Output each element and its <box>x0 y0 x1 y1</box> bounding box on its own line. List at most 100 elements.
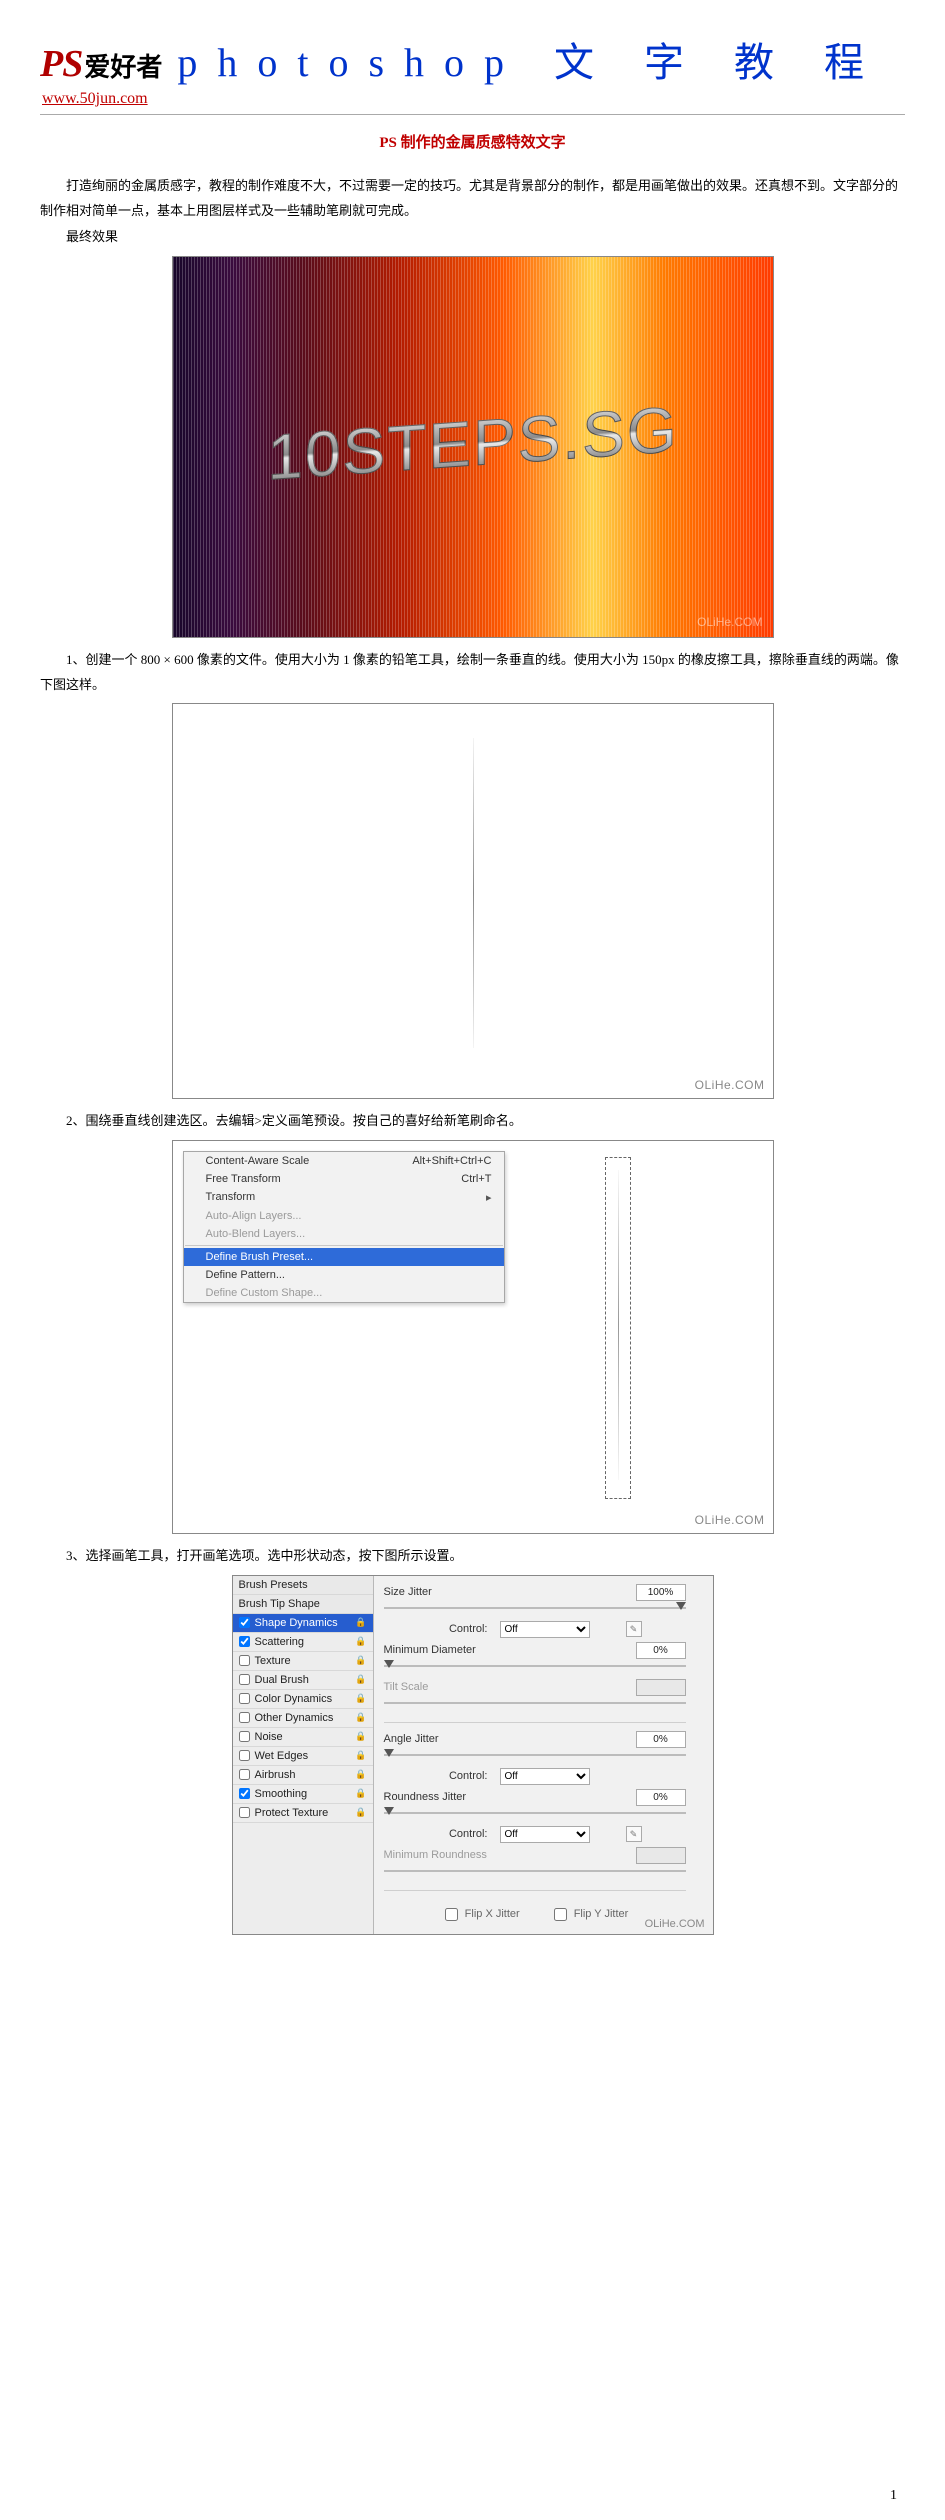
pen-pressure-icon: ✎ <box>626 1621 642 1637</box>
flip-y[interactable]: Flip Y Jitter <box>550 1905 629 1924</box>
menu-label: Auto-Blend Layers... <box>206 1228 306 1240</box>
label-roundness-jitter: Roundness Jitter <box>384 1791 494 1803</box>
menu-define-shape: Define Custom Shape... <box>184 1284 504 1302</box>
row-airbrush[interactable]: Airbrush 🔒 <box>233 1766 373 1785</box>
intro-text: 打造绚丽的金属质感字，教程的制作难度不大，不过需要一定的技巧。尤其是背景部分的制… <box>40 174 905 223</box>
checkbox[interactable] <box>239 1674 250 1685</box>
value-angle-jitter[interactable]: 0% <box>636 1731 686 1748</box>
value-size-jitter[interactable]: 100% <box>636 1584 686 1601</box>
label: Noise <box>255 1731 283 1743</box>
page-number: 1 <box>890 2488 897 2504</box>
label: Color Dynamics <box>255 1693 333 1705</box>
step-1-text: 1、创建一个 800 × 600 像素的文件。使用大小为 1 像素的铅笔工具，绘… <box>40 648 905 697</box>
article-title: PS 制作的金属质感特效文字 <box>40 131 905 152</box>
row-brush-presets[interactable]: Brush Presets <box>233 1576 373 1595</box>
checkbox-flip-y[interactable] <box>554 1908 567 1921</box>
figure-step2: Content-Aware Scale Alt+Shift+Ctrl+C Fre… <box>172 1140 774 1534</box>
row-shape-dynamics[interactable]: Shape Dynamics 🔒 <box>233 1614 373 1633</box>
lock-icon: 🔒 <box>355 1769 366 1780</box>
checkbox[interactable] <box>239 1807 250 1818</box>
label: Other Dynamics <box>255 1712 334 1724</box>
vertical-line <box>618 1170 619 1480</box>
menu-define-brush[interactable]: Define Brush Preset... <box>184 1248 504 1266</box>
row-protect-texture[interactable]: Protect Texture 🔒 <box>233 1804 373 1823</box>
header-divider <box>40 114 905 115</box>
checkbox[interactable] <box>239 1769 250 1780</box>
label: Shape Dynamics <box>255 1617 338 1629</box>
menu-free-transform[interactable]: Free Transform Ctrl+T <box>184 1170 504 1188</box>
flip-x[interactable]: Flip X Jitter <box>441 1905 520 1924</box>
pen-pressure-icon: ✎ <box>626 1826 642 1842</box>
label: Brush Tip Shape <box>239 1598 320 1610</box>
lock-icon: 🔒 <box>355 1750 366 1761</box>
label: Protect Texture <box>255 1807 329 1819</box>
label-control: Control: <box>384 1623 494 1635</box>
lock-icon: 🔒 <box>355 1731 366 1742</box>
row-other-dynamics[interactable]: Other Dynamics 🔒 <box>233 1709 373 1728</box>
separator <box>384 1890 686 1891</box>
row-dual-brush[interactable]: Dual Brush 🔒 <box>233 1671 373 1690</box>
lock-icon: 🔒 <box>355 1712 366 1723</box>
select-control-angle[interactable]: Off <box>500 1768 590 1785</box>
checkbox[interactable] <box>239 1693 250 1704</box>
checkbox[interactable] <box>239 1636 250 1647</box>
label: Smoothing <box>255 1788 308 1800</box>
site-link[interactable]: www.50jun.com <box>42 90 148 108</box>
label-control: Control: <box>384 1828 494 1840</box>
label: Texture <box>255 1655 291 1667</box>
label-min-diameter: Minimum Diameter <box>384 1644 494 1656</box>
slider-roundness-jitter[interactable] <box>384 1808 686 1818</box>
label-min-roundness: Minimum Roundness <box>384 1849 494 1861</box>
menu-transform[interactable]: Transform <box>184 1188 504 1207</box>
menu-auto-align: Auto-Align Layers... <box>184 1207 504 1225</box>
step-3-text: 3、选择画笔工具，打开画笔选项。选中形状动态，按下图所示设置。 <box>40 1544 905 1569</box>
checkbox[interactable] <box>239 1731 250 1742</box>
menu-content-aware-scale[interactable]: Content-Aware Scale Alt+Shift+Ctrl+C <box>184 1152 504 1170</box>
brush-panel-right: Size Jitter 100% Control: Off ✎ Minimum … <box>374 1576 713 1934</box>
row-brush-tip-shape[interactable]: Brush Tip Shape <box>233 1595 373 1614</box>
value-roundness-jitter[interactable]: 0% <box>636 1789 686 1806</box>
selection-marquee <box>605 1157 631 1499</box>
checkbox[interactable] <box>239 1750 250 1761</box>
select-control-roundness[interactable]: Off <box>500 1826 590 1843</box>
checkbox[interactable] <box>239 1655 250 1666</box>
checkbox[interactable] <box>239 1617 250 1628</box>
value-min-roundness <box>636 1847 686 1864</box>
lock-icon: 🔒 <box>355 1617 366 1628</box>
menu-shortcut: Ctrl+T <box>461 1173 491 1185</box>
menu-separator <box>185 1245 503 1246</box>
watermark: OLiHe.COM <box>645 1918 705 1930</box>
slider-min-diameter[interactable] <box>384 1661 686 1671</box>
menu-label: Content-Aware Scale <box>206 1155 310 1167</box>
separator <box>384 1722 686 1723</box>
row-texture[interactable]: Texture 🔒 <box>233 1652 373 1671</box>
menu-auto-blend: Auto-Blend Layers... <box>184 1225 504 1243</box>
label-size-jitter: Size Jitter <box>384 1586 494 1598</box>
lock-icon: 🔒 <box>355 1655 366 1666</box>
row-smoothing[interactable]: Smoothing 🔒 <box>233 1785 373 1804</box>
final-label: 最终效果 <box>40 225 905 250</box>
row-scattering[interactable]: Scattering 🔒 <box>233 1633 373 1652</box>
row-wet-edges[interactable]: Wet Edges 🔒 <box>233 1747 373 1766</box>
label-tilt-scale: Tilt Scale <box>384 1681 494 1693</box>
checkbox[interactable] <box>239 1788 250 1799</box>
logo-ps: PS <box>40 42 82 86</box>
select-control-size[interactable]: Off <box>500 1621 590 1638</box>
page-header: PS 爱好者 photoshop 文 字 教 程 <box>40 30 905 88</box>
step-2-text: 2、围绕垂直线创建选区。去编辑>定义画笔预设。按自己的喜好给新笔刷命名。 <box>40 1109 905 1134</box>
row-color-dynamics[interactable]: Color Dynamics 🔒 <box>233 1690 373 1709</box>
menu-label: Define Custom Shape... <box>206 1287 323 1299</box>
slider-angle-jitter[interactable] <box>384 1750 686 1760</box>
checkbox[interactable] <box>239 1712 250 1723</box>
row-noise[interactable]: Noise 🔒 <box>233 1728 373 1747</box>
menu-label: Define Pattern... <box>206 1269 286 1281</box>
label-control: Control: <box>384 1770 494 1782</box>
label-angle-jitter: Angle Jitter <box>384 1733 494 1745</box>
lock-icon: 🔒 <box>355 1788 366 1799</box>
result-text: 10STEPS.SG <box>267 392 678 495</box>
menu-define-pattern[interactable]: Define Pattern... <box>184 1266 504 1284</box>
checkbox-flip-x[interactable] <box>445 1908 458 1921</box>
lock-icon: 🔒 <box>355 1693 366 1704</box>
value-min-diameter[interactable]: 0% <box>636 1642 686 1659</box>
slider-size-jitter[interactable] <box>384 1603 686 1613</box>
